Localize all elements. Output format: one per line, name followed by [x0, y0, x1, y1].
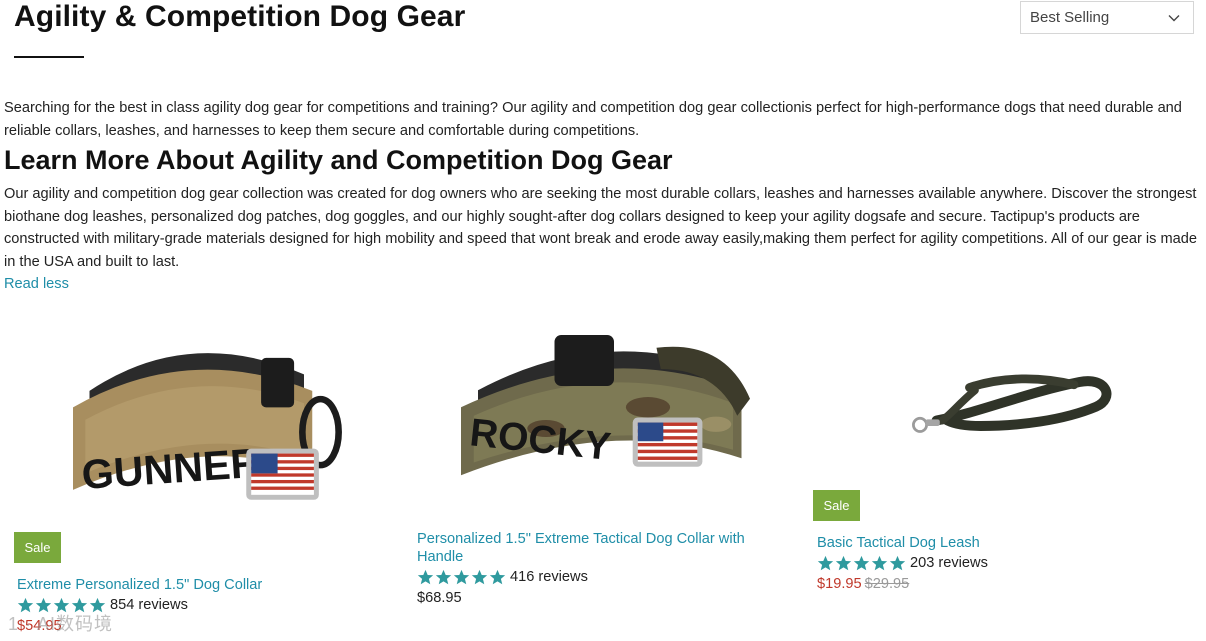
page-title: Agility & Competition Dog Gear — [14, 0, 466, 33]
title-underline — [14, 56, 84, 58]
flag-patch — [632, 417, 703, 467]
review-count: 416 reviews — [510, 569, 588, 585]
learn-more-body: Our agility and competition dog gear col… — [4, 186, 1197, 270]
star-icon — [889, 555, 906, 570]
compare-at-price: $29.95 — [864, 576, 910, 592]
leash-illustration — [912, 374, 1112, 433]
product-price: $68.95 — [417, 590, 462, 606]
product-card[interactable]: Sale Basic Tactical Dog Leash 203 review… — [808, 300, 1206, 641]
review-count: 203 reviews — [910, 555, 988, 571]
star-rating — [817, 555, 906, 572]
watermark: 1 · AI数码境 — [8, 614, 114, 634]
star-icon — [817, 555, 834, 570]
collection-intro: Searching for the best in class agility … — [4, 100, 1182, 139]
star-icon — [853, 555, 870, 570]
star-rating — [417, 569, 506, 586]
product-card[interactable]: GUNNER Sale Extreme Personalized 1.5" Do… — [0, 300, 400, 641]
star-icon — [471, 569, 488, 584]
product-image[interactable]: ROCKY — [444, 320, 784, 520]
sale-price: $19.95 — [817, 576, 862, 592]
product-title[interactable]: Personalized 1.5" Extreme Tactical Dog C… — [417, 530, 787, 566]
product-card[interactable]: ROCKY Personalized 1.5" Extreme Tactical… — [404, 300, 804, 641]
sale-badge: Sale — [813, 490, 860, 521]
product-rating[interactable]: 416 reviews — [417, 567, 588, 587]
star-icon — [835, 555, 852, 570]
chevron-down-icon — [1168, 14, 1180, 21]
star-icon — [871, 555, 888, 570]
star-icon — [453, 569, 470, 584]
product-image[interactable] — [828, 360, 1188, 470]
read-less-link[interactable]: Read less — [4, 273, 69, 295]
product-image[interactable]: GUNNER — [40, 328, 370, 528]
regular-price: $68.95 — [417, 590, 462, 606]
sort-selected-value: Best Selling — [1030, 9, 1110, 26]
product-title[interactable]: Extreme Personalized 1.5" Dog Collar — [17, 576, 387, 594]
product-rating[interactable]: 203 reviews — [817, 553, 988, 573]
product-price: $19.95 $29.95 — [817, 576, 909, 592]
sale-badge: Sale — [14, 532, 61, 563]
star-icon — [417, 569, 434, 584]
flag-patch — [246, 448, 319, 500]
star-icon — [435, 569, 452, 584]
product-title[interactable]: Basic Tactical Dog Leash — [817, 534, 1187, 552]
star-icon — [489, 569, 506, 584]
sort-dropdown[interactable]: Best Selling — [1020, 1, 1194, 34]
collection-page: Agility & Competition Dog Gear Best Sell… — [0, 0, 1206, 641]
review-count: 854 reviews — [110, 597, 188, 613]
learn-more-heading: Learn More About Agility and Competition… — [4, 145, 673, 175]
